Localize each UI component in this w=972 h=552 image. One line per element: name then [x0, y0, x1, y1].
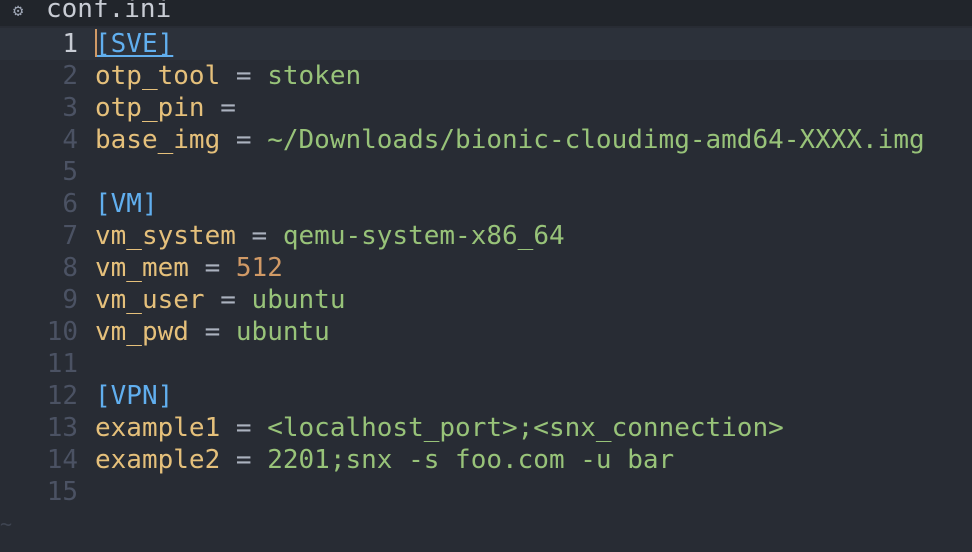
line-content: base_img = ~/Downloads/bionic-cloudimg-a… [95, 124, 925, 156]
config-value: qemu-system-x86_64 [282, 221, 565, 251]
line-number: 6 [62, 189, 78, 219]
config-value: ubuntu [235, 317, 330, 347]
editor-tab[interactable]: ⚙ conf.ini [0, 0, 972, 26]
section-header: [VPN] [95, 381, 174, 411]
line-number: 12 [46, 381, 78, 411]
line-number: 4 [62, 125, 78, 155]
assign-operator: = [235, 221, 283, 251]
line-content: example2 = 2201;snx -s foo.com -u bar [95, 444, 674, 476]
line-number: 10 [46, 317, 78, 347]
section-header: [VM] [95, 189, 158, 219]
config-value: 2201;snx -s foo.com -u bar [267, 445, 675, 475]
assign-operator: = [204, 93, 236, 123]
config-value: stoken [267, 61, 362, 91]
gear-icon: ⚙ [13, 1, 24, 21]
line-content: vm_mem = 512 [95, 252, 283, 284]
line-content: [SVE] [95, 28, 173, 60]
code-line[interactable]: 15 [0, 476, 972, 508]
line-number: 9 [62, 285, 78, 315]
line-number: 11 [46, 349, 78, 379]
line-content: vm_system = qemu-system-x86_64 [95, 220, 565, 252]
config-key: example2 [95, 445, 221, 475]
line-content: vm_pwd = ubuntu [95, 316, 330, 348]
line-content: otp_tool = stoken [95, 60, 361, 92]
text-cursor [95, 28, 97, 57]
assign-operator: = [188, 317, 236, 347]
config-key: example1 [95, 413, 221, 443]
config-key: vm_mem [95, 253, 189, 283]
assign-operator: = [220, 413, 268, 443]
code-line[interactable]: 4 base_img = ~/Downloads/bionic-cloudimg-… [0, 124, 972, 156]
config-key: vm_pwd [95, 317, 189, 347]
config-key: base_img [95, 125, 221, 155]
code-line[interactable]: 9 vm_user = ubuntu [0, 284, 972, 316]
assign-operator: = [220, 445, 268, 475]
assign-operator: = [204, 285, 252, 315]
code-line[interactable]: 10 vm_pwd = ubuntu [0, 316, 972, 348]
line-content: otp_pin = [95, 92, 236, 124]
code-line[interactable]: 2 otp_tool = stoken [0, 60, 972, 92]
config-key: vm_system [95, 221, 236, 251]
assign-operator: = [188, 253, 236, 283]
code-line[interactable]: 8 vm_mem = 512 [0, 252, 972, 284]
config-value: 512 [235, 253, 283, 283]
config-key: vm_user [95, 285, 205, 315]
line-content: example1 = <localhost_port>;<snx_connect… [95, 412, 784, 444]
code-line[interactable]: 14 example2 = 2201;snx -s foo.com -u bar [0, 444, 972, 476]
line-content: [VPN] [95, 380, 173, 412]
line-number: 8 [62, 253, 78, 283]
code-editor[interactable]: ~ 1 [SVE] 2 otp_tool = stoken 3 otp_pin = 4 bas… [0, 26, 972, 552]
config-key: otp_tool [95, 61, 221, 91]
code-line[interactable]: 6 [VM] [0, 188, 972, 220]
assign-operator: = [220, 61, 268, 91]
line-number: 14 [46, 445, 78, 475]
assign-operator: = [220, 125, 268, 155]
line-number: 15 [46, 477, 78, 507]
line-number: 7 [62, 221, 78, 251]
code-line[interactable]: 12 [VPN] [0, 380, 972, 412]
config-value: ubuntu [251, 285, 346, 315]
config-value: ~/Downloads/bionic-cloudimg-amd64-XXXX.i… [267, 125, 925, 155]
line-number: 13 [46, 413, 78, 443]
code-line[interactable]: 1 [SVE] [0, 28, 972, 60]
section-header: [SVE] [95, 29, 174, 59]
line-number: 2 [62, 61, 78, 91]
code-line[interactable]: 5 [0, 156, 972, 188]
code-line[interactable]: 7 vm_system = qemu-system-x86_64 [0, 220, 972, 252]
code-line[interactable]: 13 example1 = <localhost_port>;<snx_conne… [0, 412, 972, 444]
code-line[interactable]: 11 [0, 348, 972, 380]
line-number: 5 [62, 157, 78, 187]
config-key: otp_pin [95, 93, 205, 123]
line-number: 1 [62, 29, 78, 59]
line-number: 3 [62, 93, 78, 123]
config-value: <localhost_port>;<snx_connection> [267, 413, 784, 443]
code-line[interactable]: 3 otp_pin = [0, 92, 972, 124]
line-content: vm_user = ubuntu [95, 284, 345, 316]
line-content: [VM] [95, 188, 158, 220]
file-name: conf.ini [46, 0, 172, 24]
end-of-buffer-marker: ~ [0, 512, 13, 536]
